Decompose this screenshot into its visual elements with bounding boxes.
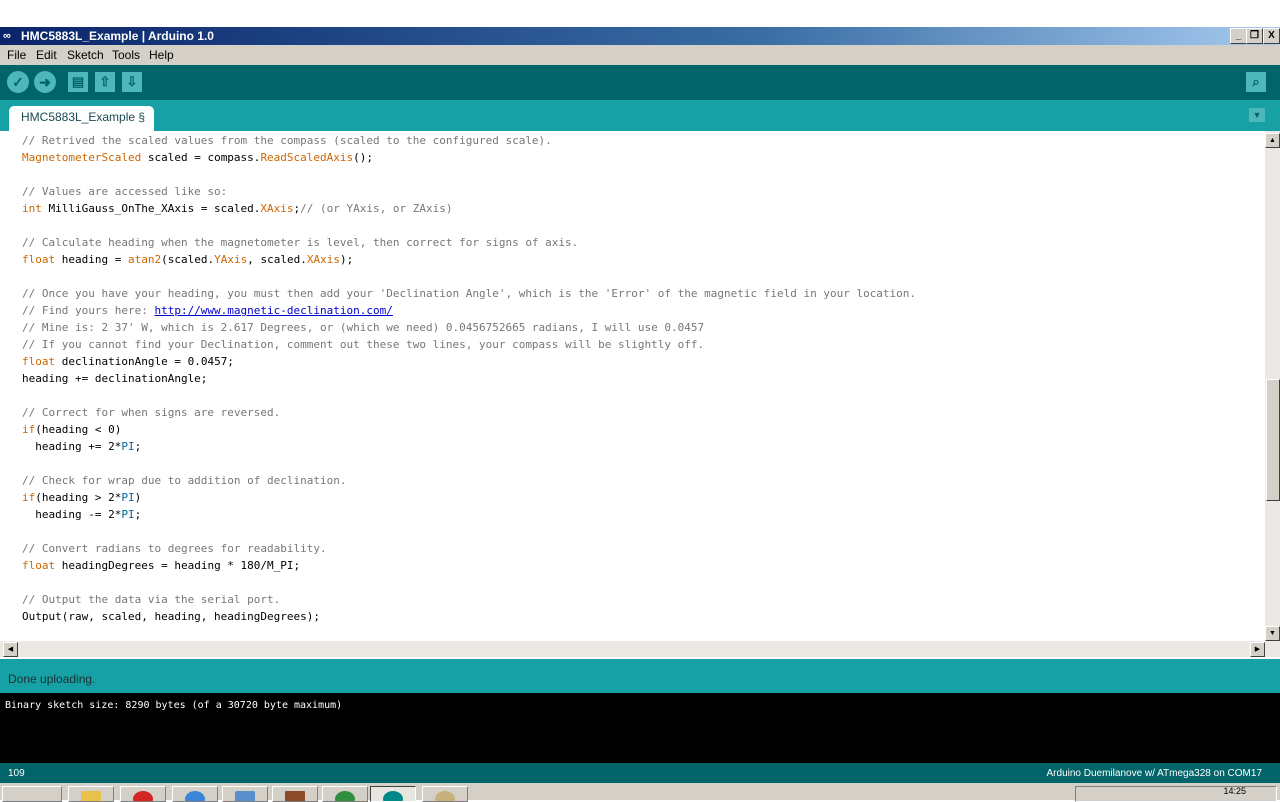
code-editor[interactable]: // Retrived the scaled values from the c… [0, 131, 1265, 641]
serial-monitor-icon[interactable]: ⌕ [1246, 72, 1266, 92]
window-title: HMC5883L_Example | Arduino 1.0 [21, 29, 214, 43]
editor-horizontal-scrollbar[interactable]: ◀ ▶ [0, 641, 1280, 657]
verify-check-icon[interactable]: ✓ [7, 71, 29, 93]
restore-button[interactable]: ❐ [1246, 28, 1263, 44]
save-arrow-down-icon[interactable]: ⇩ [122, 72, 142, 92]
folder-icon [81, 791, 101, 801]
line-number: 109 [8, 768, 25, 779]
status-area: Done uploading. [0, 659, 1280, 693]
code-line[interactable]: // Values are accessed like so: [22, 183, 227, 200]
code-line[interactable]: float heading = atan2(scaled.YAxis, scal… [22, 251, 353, 268]
tab-menu-chevron-down-icon[interactable]: ▼ [1249, 108, 1265, 122]
code-line[interactable]: // Calculate heading when the magnetomet… [22, 234, 578, 251]
scroll-left-icon[interactable]: ◀ [3, 642, 18, 657]
clock: 14:25 [1223, 786, 1246, 796]
code-line[interactable]: // Output the data via the serial port. [22, 591, 280, 608]
archive-icon [285, 791, 305, 801]
windows-taskbar: 14:25 [0, 783, 1280, 802]
code-line[interactable]: if(heading < 0) [22, 421, 121, 438]
declination-link[interactable]: http://www.magnetic-declination.com/ [154, 304, 392, 317]
paint-icon [435, 791, 455, 801]
menu-help[interactable]: Help [149, 48, 174, 62]
code-line[interactable]: float headingDegrees = heading * 180/M_P… [22, 557, 300, 574]
code-line[interactable]: heading += 2*PI; [22, 438, 141, 455]
toolbar: ✓ ➜ ▤ ⇧ ⇩ ⌕ [0, 65, 1280, 100]
opera-icon [133, 791, 153, 801]
code-line[interactable]: int MilliGauss_OnThe_XAxis = scaled.XAxi… [22, 200, 453, 217]
close-button[interactable]: X [1263, 28, 1280, 44]
menu-edit[interactable]: Edit [36, 48, 57, 62]
code-line[interactable]: // Convert radians to degrees for readab… [22, 540, 327, 557]
editor-vertical-scrollbar[interactable]: ▲ ▼ [1265, 131, 1280, 641]
code-line[interactable]: heading -= 2*PI; [22, 506, 141, 523]
bottom-status-bar: 109 Arduino Duemilanove w/ ATmega328 on … [0, 763, 1280, 783]
status-message: Done uploading. [8, 672, 96, 686]
browser-icon [185, 791, 205, 801]
scroll-down-icon[interactable]: ▼ [1265, 626, 1280, 641]
menu-file[interactable]: File [7, 48, 26, 62]
code-line[interactable]: float declinationAngle = 0.0457; [22, 353, 234, 370]
code-line[interactable]: // If you cannot find your Declination, … [22, 336, 704, 353]
board-info: Arduino Duemilanove w/ ATmega328 on COM1… [1046, 768, 1262, 779]
scroll-right-icon[interactable]: ▶ [1250, 642, 1265, 657]
menu-bar: File Edit Sketch Tools Help [0, 45, 1280, 65]
code-line[interactable]: // Retrived the scaled values from the c… [22, 132, 552, 149]
menu-tools[interactable]: Tools [112, 48, 140, 62]
menu-sketch[interactable]: Sketch [67, 48, 104, 62]
code-line[interactable]: // Correct for when signs are reversed. [22, 404, 280, 421]
new-file-icon[interactable]: ▤ [68, 72, 88, 92]
tab-strip: HMC5883L_Example § ▼ [0, 100, 1280, 131]
arduino-icon [383, 791, 403, 801]
code-line[interactable]: // Once you have your heading, you must … [22, 285, 916, 302]
code-line[interactable]: // Find yours here: http://www.magnetic-… [22, 302, 393, 319]
open-arrow-up-icon[interactable]: ⇧ [95, 72, 115, 92]
scroll-up-icon[interactable]: ▲ [1265, 133, 1280, 148]
upload-arrow-icon[interactable]: ➜ [34, 71, 56, 93]
vertical-scroll-thumb[interactable] [1266, 379, 1280, 501]
code-line[interactable]: MagnetometerScaled scaled = compass.Read… [22, 149, 373, 166]
code-line[interactable]: heading += declinationAngle; [22, 370, 207, 387]
code-line[interactable]: if(heading > 2*PI) [22, 489, 141, 506]
code-line[interactable]: Output(raw, scaled, heading, headingDegr… [22, 608, 320, 625]
code-line[interactable]: // Mine is: 2 37' W, which is 2.617 Degr… [22, 319, 704, 336]
window-title-bar: ∞ HMC5883L_Example | Arduino 1.0 _ ❐ X [0, 27, 1280, 45]
console-output[interactable]: Binary sketch size: 8290 bytes (of a 307… [0, 693, 1280, 763]
app-icon [335, 791, 355, 801]
minimize-button[interactable]: _ [1230, 28, 1247, 44]
arduino-logo-icon: ∞ [3, 30, 11, 42]
tab-hmc5883l-example[interactable]: HMC5883L_Example § [9, 106, 154, 131]
window-icon [235, 791, 255, 801]
code-line[interactable]: // Check for wrap due to addition of dec… [22, 472, 347, 489]
console-text: Binary sketch size: 8290 bytes (of a 307… [5, 700, 343, 711]
